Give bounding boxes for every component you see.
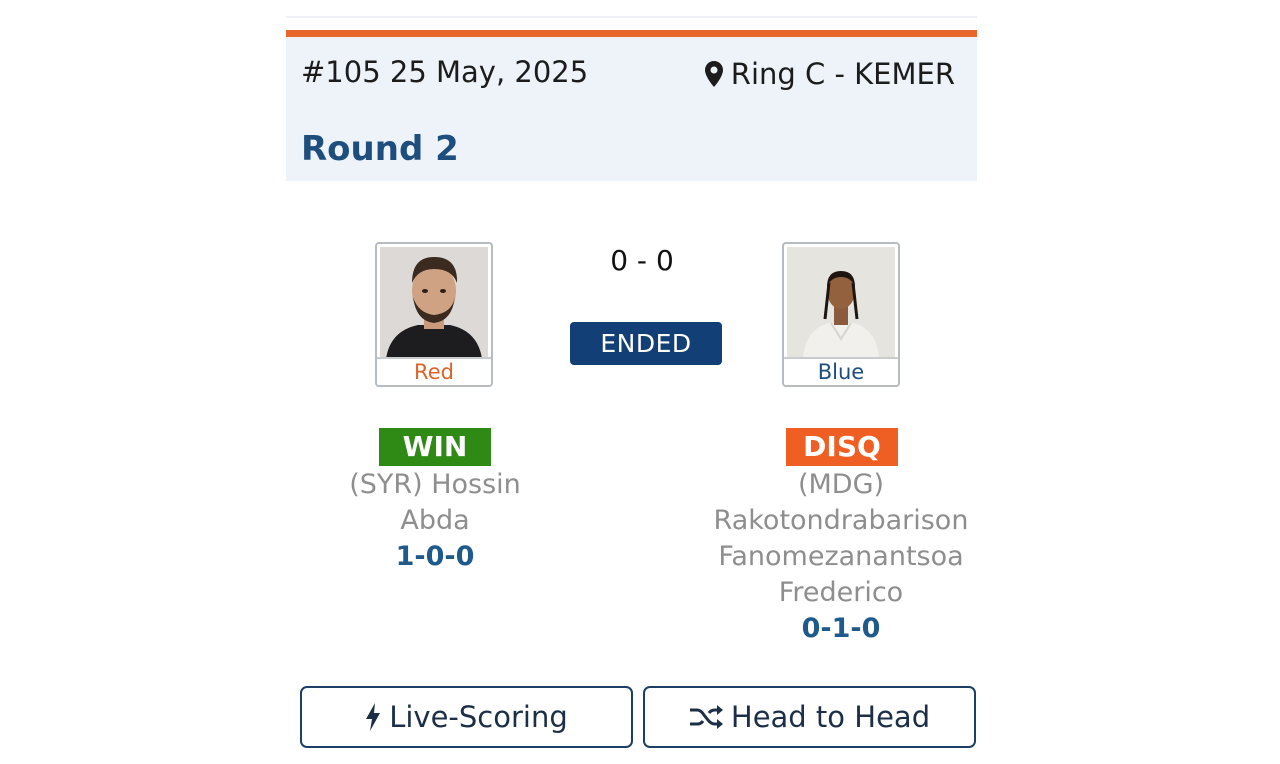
shuffle-icon bbox=[689, 705, 723, 729]
red-fighter-name-line2: Abda bbox=[400, 505, 470, 536]
blue-corner-label: Blue bbox=[784, 357, 898, 385]
ring-location: Ring C - KEMER bbox=[704, 57, 955, 91]
live-scoring-label: Live-Scoring bbox=[389, 700, 568, 734]
bolt-icon bbox=[365, 703, 381, 731]
head-to-head-button[interactable]: Head to Head bbox=[643, 686, 976, 748]
red-result-badge: WIN bbox=[379, 428, 491, 466]
red-fighter-record: 1-0-0 bbox=[395, 541, 475, 572]
red-corner-label: Red bbox=[377, 357, 491, 385]
match-score: 0 - 0 bbox=[610, 244, 674, 277]
red-fighter-photo-card[interactable]: Red bbox=[375, 242, 493, 387]
blue-fighter-info: (MDG) Rakotondrabarison Fanomezanantsoa … bbox=[698, 467, 984, 647]
head-to-head-label: Head to Head bbox=[730, 700, 931, 734]
blue-fighter-name-line2: Fanomezanantsoa bbox=[718, 541, 964, 572]
ring-label: Ring C - KEMER bbox=[730, 57, 955, 91]
red-fighter-name-line1: (SYR) Hossin bbox=[349, 469, 521, 500]
round-title: Round 2 bbox=[301, 129, 459, 169]
bout-card: #105 25 May, 2025 Ring C - KEMER Round 2 bbox=[286, 0, 977, 764]
bout-number-date: #105 25 May, 2025 bbox=[301, 55, 589, 89]
live-scoring-button[interactable]: Live-Scoring bbox=[300, 686, 633, 748]
blue-fighter-photo bbox=[787, 247, 895, 359]
blue-fighter-name-line1: Rakotondrabarison bbox=[713, 505, 969, 536]
blue-fighter-country: (MDG) bbox=[797, 469, 885, 500]
bout-header: #105 25 May, 2025 Ring C - KEMER Round 2 bbox=[286, 30, 977, 181]
red-fighter-info: (SYR) Hossin Abda 1-0-0 bbox=[315, 467, 555, 575]
status-badge: ENDED bbox=[570, 322, 722, 365]
red-fighter-photo bbox=[380, 247, 488, 359]
blue-fighter-record: 0-1-0 bbox=[801, 613, 881, 644]
blue-fighter-photo-card[interactable]: Blue bbox=[782, 242, 900, 387]
blue-fighter-name-line3: Frederico bbox=[778, 577, 904, 608]
blue-result-badge: DISQ bbox=[786, 428, 898, 466]
map-marker-icon bbox=[704, 61, 723, 87]
divider bbox=[286, 16, 977, 18]
